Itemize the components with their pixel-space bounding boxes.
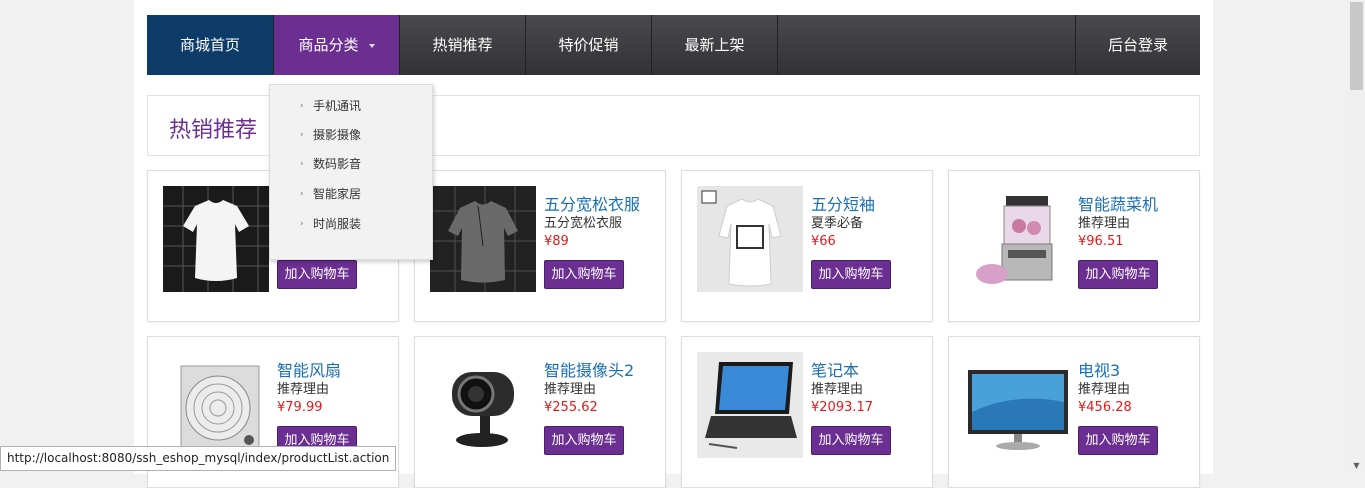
product-desc: 夏季必备: [811, 216, 864, 231]
product-image-laptop[interactable]: [697, 352, 803, 458]
product-image-food-processor[interactable]: [964, 186, 1070, 292]
chevron-right-icon: ›: [300, 189, 304, 199]
product-card: 智能摄像头2 推荐理由 ¥255.62 加入购物车: [414, 336, 666, 488]
dropdown-item-smarthome[interactable]: › 智能家居: [270, 184, 432, 204]
product-card: 笔记本 推荐理由 ¥2093.17 加入购物车: [681, 336, 933, 488]
add-to-cart-button[interactable]: 加入购物车: [811, 426, 891, 455]
vertical-scrollbar[interactable]: ▼: [1348, 0, 1365, 474]
product-image-white-shirt[interactable]: [163, 186, 269, 292]
product-price: ¥79.99: [277, 400, 323, 415]
nav-hot-label: 热销推荐: [432, 36, 493, 54]
nav-admin-login[interactable]: 后台登录: [1075, 15, 1200, 75]
add-to-cart-button[interactable]: 加入购物车: [811, 260, 891, 289]
add-to-cart-button[interactable]: 加入购物车: [277, 260, 357, 289]
caret-down-icon: [368, 43, 375, 48]
chevron-right-icon: ›: [300, 130, 304, 140]
product-price: ¥255.62: [544, 400, 598, 415]
dropdown-item-label: 智能家居: [313, 187, 362, 201]
nav-category[interactable]: 商品分类: [274, 15, 400, 75]
product-desc: 推荐理由: [544, 382, 597, 397]
page-container: 商城首页 商品分类 热销推荐 特价促销 最新上架 后台登录 热销推荐 › 手机通讯…: [134, 0, 1213, 488]
dropdown-item-fashion[interactable]: › 时尚服装: [270, 214, 432, 234]
chevron-right-icon: ›: [300, 101, 304, 111]
nav-sale-label: 特价促销: [558, 36, 619, 54]
product-image-monitor[interactable]: [964, 352, 1070, 458]
nav-home-label: 商城首页: [179, 36, 240, 54]
status-bar-url: http://localhost:8080/ssh_eshop_mysql/in…: [0, 446, 397, 471]
product-card: 智能蔬菜机 推荐理由 ¥96.51 加入购物车: [948, 170, 1200, 322]
nav-new[interactable]: 最新上架: [652, 15, 778, 75]
dropdown-item-label: 手机通讯: [313, 99, 362, 113]
main-nav: 商城首页 商品分类 热销推荐 特价促销 最新上架 后台登录: [147, 15, 1200, 75]
scrollbar-thumb[interactable]: [1350, 2, 1363, 90]
nav-new-label: 最新上架: [684, 36, 745, 54]
nav-home[interactable]: 商城首页: [147, 15, 274, 75]
product-card: 电视3 推荐理由 ¥456.28 加入购物车: [948, 336, 1200, 488]
scroll-down-arrow-icon[interactable]: ▼: [1348, 457, 1365, 474]
product-price: ¥89: [544, 234, 569, 249]
nav-hot[interactable]: 热销推荐: [400, 15, 526, 75]
add-to-cart-button[interactable]: 加入购物车: [1078, 260, 1158, 289]
product-price: ¥2093.17: [811, 400, 874, 415]
product-price: ¥96.51: [1078, 234, 1124, 249]
product-price: ¥66: [811, 234, 836, 249]
product-desc: 推荐理由: [811, 382, 864, 397]
product-desc: 推荐理由: [1078, 382, 1131, 397]
product-image-fan[interactable]: [163, 352, 269, 458]
product-image-webcam[interactable]: [430, 352, 536, 458]
product-card: 五分短袖 夏季必备 ¥66 加入购物车: [681, 170, 933, 322]
dropdown-item-camera[interactable]: › 摄影摄像: [270, 125, 432, 145]
nav-category-label: 商品分类: [298, 36, 359, 54]
add-to-cart-button[interactable]: 加入购物车: [1078, 426, 1158, 455]
chevron-right-icon: ›: [300, 219, 304, 229]
product-desc: 推荐理由: [277, 382, 330, 397]
product-price: ¥456.28: [1078, 400, 1132, 415]
chevron-right-icon: ›: [300, 159, 304, 169]
product-desc: 五分宽松衣服: [544, 216, 623, 231]
add-to-cart-button[interactable]: 加入购物车: [544, 426, 624, 455]
product-card: 五分宽松衣服 五分宽松衣服 ¥89 加入购物车: [414, 170, 666, 322]
dropdown-item-phones[interactable]: › 手机通讯: [270, 96, 432, 116]
product-desc: 推荐理由: [1078, 216, 1131, 231]
nav-sale[interactable]: 特价促销: [526, 15, 652, 75]
nav-admin-label: 后台登录: [1107, 36, 1168, 54]
dropdown-item-label: 时尚服装: [313, 217, 362, 231]
dropdown-item-label: 数码影音: [313, 157, 362, 171]
add-to-cart-button[interactable]: 加入购物车: [544, 260, 624, 289]
dropdown-item-digital[interactable]: › 数码影音: [270, 154, 432, 174]
product-image-gray-shirt[interactable]: [430, 186, 536, 292]
product-image-tshirt[interactable]: [697, 186, 803, 292]
section-title: 热销推荐: [169, 118, 258, 143]
dropdown-item-label: 摄影摄像: [313, 128, 362, 142]
category-dropdown: › 手机通讯 › 摄影摄像 › 数码影音 › 智能家居 › 时尚服装: [269, 84, 433, 260]
